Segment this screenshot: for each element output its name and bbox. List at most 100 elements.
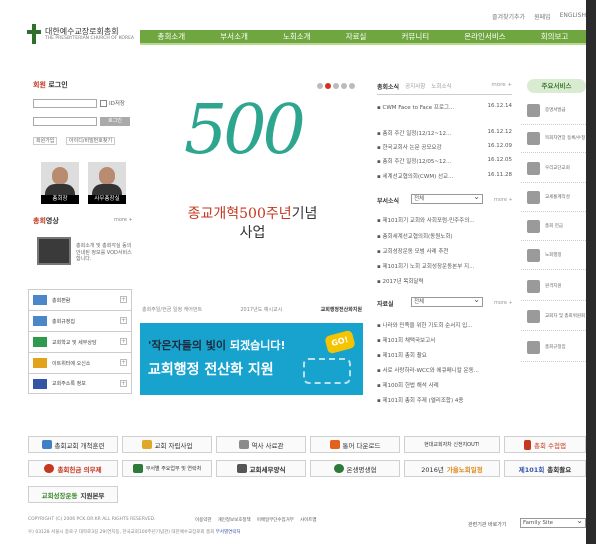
svc-churches[interactable]: 우리교단교회	[521, 155, 586, 183]
banner-autumn-schedule[interactable]: 2016년 가을노회일정	[404, 460, 500, 477]
nav-item-departments[interactable]: 부서소개	[220, 31, 248, 42]
svc-remote[interactable]: 원격지원	[521, 273, 586, 301]
banner-history[interactable]: 역사 사료관	[216, 436, 306, 453]
svc-presbytery-admin[interactable]: 노회행정	[521, 242, 586, 270]
secretary-photo[interactable]: 사무총장실	[88, 162, 126, 204]
banner-coop[interactable]: 온생명생협	[310, 460, 400, 477]
dept-item[interactable]: ▪ 2017년 목회달력	[377, 277, 424, 285]
news-item[interactable]: ▪ 세계선교협의회(CWM) 선교... 16.11.28	[377, 172, 512, 180]
slide-dot[interactable]	[317, 83, 323, 89]
book-icon	[33, 316, 47, 326]
archive-item[interactable]: ▪ 제101회 총회 촬요	[377, 351, 427, 359]
banner-dept-contacts[interactable]: 부서별 주요업무 및 연락처	[122, 460, 212, 477]
quick-rules[interactable]: 총회규정집 +	[28, 310, 132, 331]
quick-twitter[interactable]: 이트위터에 오신소 +	[28, 352, 132, 373]
dept-more-link[interactable]: more +	[494, 197, 513, 203]
news-item[interactable]: ▪ 한국교회사 논문 공모요강 16.12.09	[377, 143, 512, 151]
footer-links: 이용약관 개인정보보호정책 이메일무단수집거부 사이트맵	[195, 517, 317, 523]
banner-growth-center[interactable]: 교회성장운동 지원본부	[28, 486, 118, 503]
slide-dot[interactable]	[341, 83, 347, 89]
dept-select[interactable]: 전체	[411, 193, 483, 204]
banner-assembly-summary[interactable]: 제101회 총회촬요	[504, 460, 586, 477]
quick-address[interactable]: 교회주소록 정보 +	[28, 373, 132, 394]
banner-app[interactable]: 총회 수첩앱	[504, 436, 586, 453]
nav-item-community[interactable]: 커뮤니티	[402, 31, 430, 42]
footer-terms-link[interactable]: 이용약관	[195, 517, 212, 523]
banner-offering-duty[interactable]: 총회헌금 의무제	[28, 460, 118, 477]
president-photo[interactable]: 총회장	[41, 162, 79, 204]
slide-dot[interactable]	[333, 83, 339, 89]
id-input[interactable]	[33, 99, 97, 108]
archive-item[interactable]: ▪ 제101회 채택국보고서	[377, 336, 435, 344]
bookmark-link[interactable]: 즐겨찾기추가	[492, 12, 525, 21]
english-link[interactable]: ENGLISH	[560, 12, 586, 21]
tab-offering[interactable]: 총회주일/헌금 일정 캐어먼트	[142, 306, 202, 313]
svc-certificate[interactable]: 증명서발급	[521, 97, 586, 125]
footer-email-link[interactable]: 이메일무단수집거부	[257, 517, 294, 523]
banner-church-planting[interactable]: 총회교회 개척훈련	[28, 436, 118, 453]
archive-item[interactable]: ▪ 서로 사랑하라-WCC와 에큐메니칼 운동...	[377, 366, 479, 374]
svc-statistics[interactable]: 교세통계작성	[521, 184, 586, 212]
handshake-icon	[41, 440, 52, 449]
tab-admin[interactable]: 교회행정전산화지원	[321, 306, 362, 313]
quick-tax[interactable]: 교회학교 및 세무상담 +	[28, 331, 132, 352]
news-more-link[interactable]: more +	[491, 82, 512, 91]
logo-name-en: THE PRESBYTERIAN CHURCH OF KOREA	[45, 35, 134, 41]
dept-item[interactable]: ▪ 제101회기 노회 교회성장운동본부 지...	[377, 262, 474, 270]
news-item[interactable]: ▪ CWM Face to Face 프로그... 16.12.14	[377, 103, 512, 111]
nav-item-presbytery[interactable]: 노회소개	[283, 31, 311, 42]
nav-item-online[interactable]: 온라인서비스	[464, 31, 505, 42]
news-tab-title[interactable]: 총회소식	[377, 82, 399, 91]
news-tab-presbytery[interactable]: 노회소식	[431, 82, 451, 91]
nav-item-reports[interactable]: 회의보고	[541, 31, 569, 42]
tab-2017[interactable]: 2017년도 예시교시	[240, 306, 282, 313]
dept-item[interactable]: ▪ 제101회기 교회와 사회포럼-민주주의...	[377, 216, 475, 224]
hero-line2: 사업	[239, 225, 266, 241]
slide-dot[interactable]	[325, 83, 331, 89]
sitemap-link[interactable]: 원페입	[534, 12, 551, 21]
password-input[interactable]	[33, 117, 97, 126]
svc-pastor-register[interactable]: 목회자연장 등록/수정	[521, 125, 586, 153]
archive-more-link[interactable]: more +	[494, 300, 513, 306]
footer-contact-link[interactable]: 부서별연락처	[216, 530, 241, 535]
login-button[interactable]: 로그인	[100, 117, 130, 126]
news-item[interactable]: ▪ 총회 주간 일정(12/05~12... 16.12.05	[377, 157, 512, 165]
svc-offering[interactable]: 총회 헌금	[521, 213, 586, 241]
news-tab-notice[interactable]: 공지사항	[405, 82, 425, 91]
church-icon	[527, 162, 540, 175]
join-button[interactable]: 회원가입	[33, 137, 58, 145]
archive-item[interactable]: ▪ 나라와 민족을 위한 기도회 순서지 입...	[377, 321, 472, 329]
banner-tax-forms[interactable]: 교회세무양식	[216, 460, 306, 477]
dept-item[interactable]: ▪ 교회성장운동 모범 사례 추천	[377, 247, 448, 255]
news-item[interactable]: ▪ 총회 주간 일정(12/12~12... 16.12.12	[377, 129, 512, 137]
nav-item-archive[interactable]: 자료실	[346, 31, 367, 42]
banner-self-support[interactable]: 교회 자립사업	[122, 436, 212, 453]
gift-icon	[527, 220, 540, 233]
footer-privacy-link[interactable]: 개인정보보호정책	[218, 517, 251, 523]
archive-select[interactable]: 전체	[411, 296, 483, 307]
find-account-button[interactable]: 아이디/비밀번호찾기	[66, 137, 116, 145]
phone-icon	[524, 439, 532, 450]
save-id-checkbox[interactable]	[100, 100, 107, 107]
quick-handbook[interactable]: 총회편람 +	[28, 289, 132, 310]
slide-dot[interactable]	[349, 83, 355, 89]
nav-item-about[interactable]: 총회소개	[158, 31, 186, 42]
banner-shincheonji[interactable]: 현대교회자차 신전지OUT!	[404, 436, 500, 453]
plus-icon: +	[120, 338, 127, 345]
dept-item[interactable]: ▪ 총회세계선교협의회(동원노회)	[377, 232, 453, 240]
archive-item[interactable]: ▪ 제101회 총회 주제 (엘리조합) 4종	[377, 396, 463, 404]
news-divider	[377, 94, 512, 95]
bird-icon	[33, 295, 47, 305]
campaign-banner[interactable]: '작은자들의 빛이 되겠습니다! 교회행정 전산화 지원 GO!	[140, 323, 363, 395]
svc-committee[interactable]: 교회자 및 총회위원회	[521, 303, 586, 331]
hero-banner[interactable]: 500 종교개혁500주년기념 사업	[140, 77, 365, 297]
family-site-select[interactable]: Family Site	[520, 517, 586, 528]
banner-download[interactable]: 통어 다운로드	[310, 436, 400, 453]
plus-icon: +	[120, 317, 127, 324]
footer-sitemap-link[interactable]: 사이트맵	[300, 517, 317, 523]
site-logo[interactable]: 대한예수교장로회총회 THE PRESBYTERIAN CHURCH OF KO…	[27, 24, 134, 44]
archive-item[interactable]: ▪ 제100회 헌법 해석 사례	[377, 381, 439, 389]
book-stack-icon	[238, 440, 249, 449]
svc-rules[interactable]: 총회규정집	[521, 334, 586, 362]
video-more-link[interactable]: more +	[114, 217, 133, 223]
